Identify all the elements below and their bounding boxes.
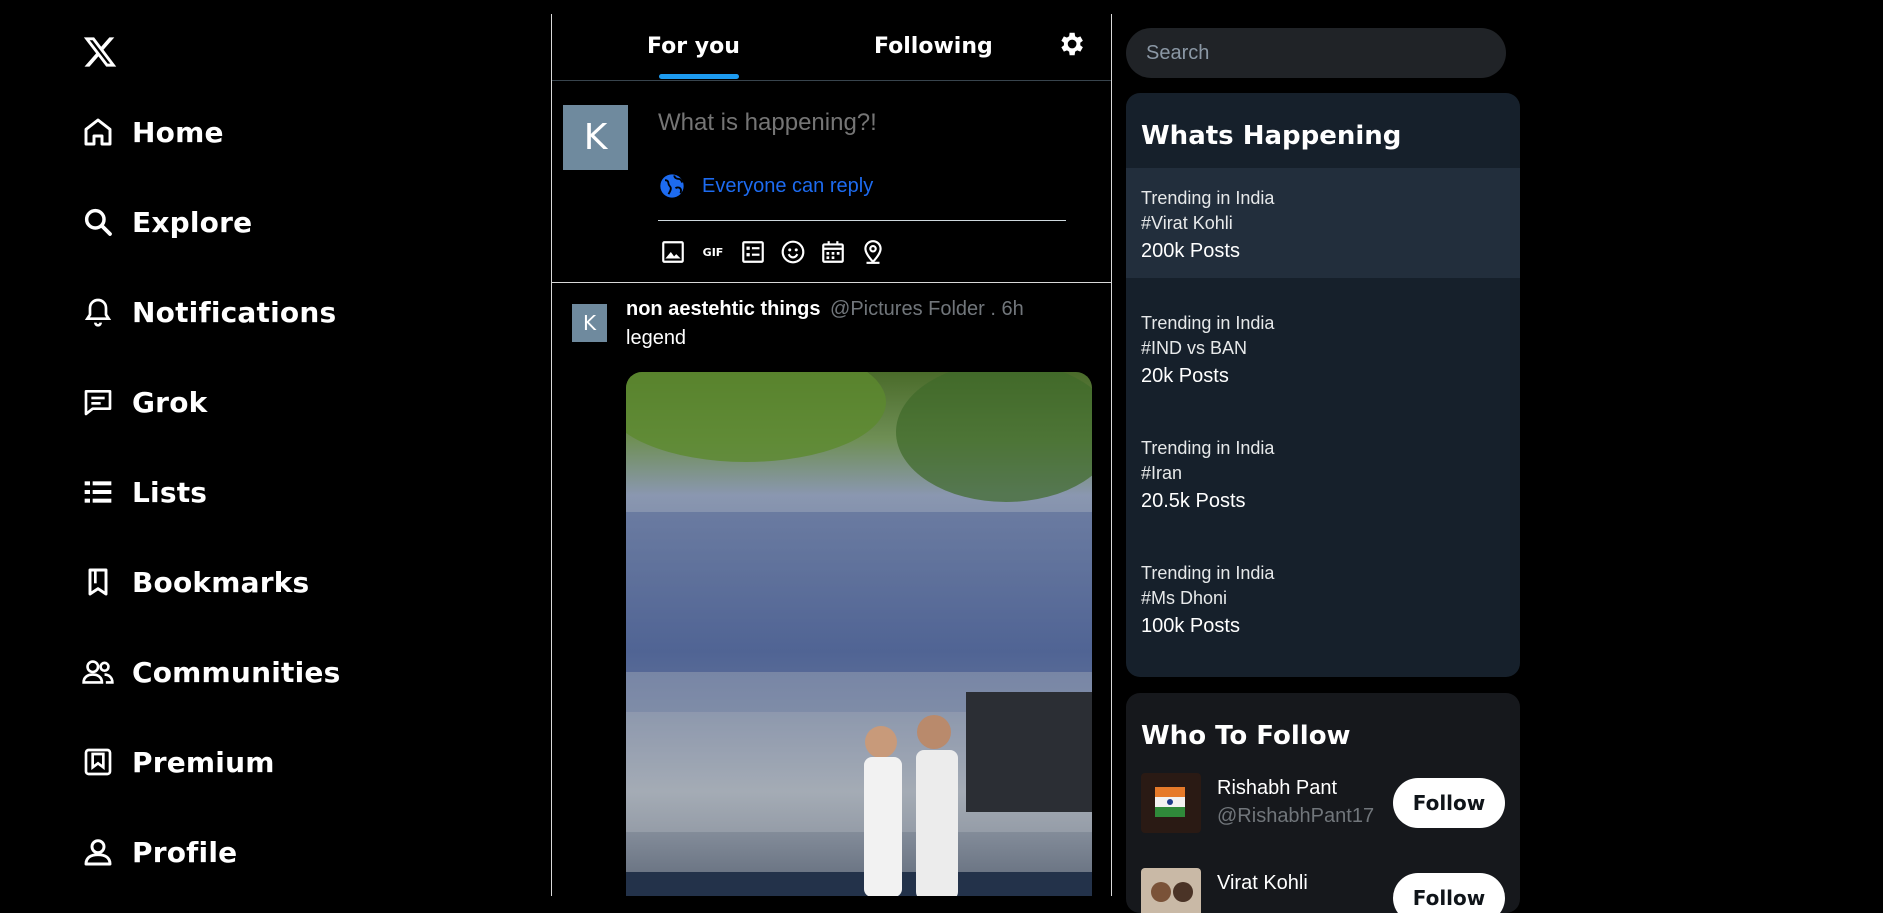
- list-icon: [80, 474, 116, 510]
- compose-input[interactable]: [658, 109, 1078, 137]
- nav-item-notifications[interactable]: Notifications: [80, 292, 336, 332]
- poll-icon[interactable]: [738, 237, 768, 267]
- gear-icon[interactable]: [1056, 29, 1086, 59]
- trend-tag: #Virat Kohli: [1141, 213, 1233, 233]
- nav-label-grok: Grok: [132, 385, 208, 419]
- whats-happening-title: Whats Happening: [1141, 121, 1402, 151]
- timeline-tabs: For you Following: [552, 14, 1111, 81]
- nav-label-lists: Lists: [132, 475, 208, 509]
- image-icon[interactable]: [658, 237, 688, 267]
- grok-icon: [80, 384, 116, 420]
- nav-label-bookmarks: Bookmarks: [132, 565, 310, 599]
- premium-icon: [80, 744, 116, 780]
- tweet-handle-time: @Pictures Folder . 6h: [830, 298, 1024, 320]
- trend-posts: 200k Posts: [1141, 240, 1240, 262]
- gif-label: GIF: [702, 245, 724, 259]
- composer-toolbar: GIF: [658, 237, 898, 267]
- follow-user-handle: @RishabhPant17: [1217, 805, 1375, 827]
- bookmark-icon: [80, 564, 116, 600]
- main-timeline: For you Following K Everyone can reply G…: [551, 14, 1112, 896]
- follow-user-name[interactable]: Virat Kohli: [1217, 872, 1308, 895]
- location-icon[interactable]: [858, 237, 888, 267]
- x-logo-icon[interactable]: [82, 34, 118, 70]
- nav-label-home: Home: [132, 115, 224, 149]
- trend-tag: #Iran: [1141, 463, 1183, 483]
- follow-suggestion[interactable]: Rishabh Pant @RishabhPant17 Follow: [1141, 773, 1506, 837]
- bell-icon: [80, 294, 116, 330]
- who-to-follow-card: Who To Follow Rishabh Pant @RishabhPant1…: [1126, 693, 1520, 913]
- reply-permission-button[interactable]: Everyone can reply: [658, 172, 873, 200]
- nav-label-profile: Profile: [132, 835, 238, 869]
- emoji-icon[interactable]: [778, 237, 808, 267]
- tweet-composer: K Everyone can reply GIF: [552, 81, 1111, 283]
- follow-button[interactable]: Follow: [1393, 873, 1505, 913]
- who-to-follow-title: Who To Follow: [1141, 721, 1351, 751]
- trend-context: Trending in India: [1141, 438, 1275, 458]
- avatar[interactable]: K: [563, 105, 628, 170]
- trend-context: Trending in India: [1141, 313, 1275, 333]
- nav-item-grok[interactable]: Grok: [80, 382, 207, 422]
- nav-item-communities[interactable]: Communities: [80, 652, 340, 692]
- trend-item[interactable]: Trending in India #Ms Dhoni 100k Posts: [1126, 543, 1520, 653]
- communities-icon: [80, 654, 116, 690]
- nav-item-bookmarks[interactable]: Bookmarks: [80, 562, 309, 602]
- avatar[interactable]: [1141, 868, 1201, 913]
- trend-item[interactable]: Trending in India #Iran 20.5k Posts: [1126, 418, 1520, 528]
- trend-tag: #IND vs BAN: [1141, 338, 1248, 358]
- nav-item-explore[interactable]: Explore: [80, 202, 252, 242]
- home-icon: [80, 114, 116, 150]
- gif-icon[interactable]: GIF: [698, 237, 728, 267]
- trend-context: Trending in India: [1141, 188, 1275, 208]
- nav-item-profile[interactable]: Profile: [80, 832, 237, 872]
- nav-label-communities: Communities: [132, 655, 341, 689]
- trend-item[interactable]: Trending in India #Virat Kohli 200k Post…: [1126, 168, 1520, 278]
- tweet-author-name[interactable]: non aestehtic things: [626, 298, 820, 320]
- avatar[interactable]: [1141, 773, 1201, 833]
- trend-posts: 20.5k Posts: [1141, 490, 1246, 512]
- trend-context: Trending in India: [1141, 563, 1275, 583]
- tab-following[interactable]: Following: [874, 34, 993, 59]
- active-tab-indicator: [659, 74, 739, 79]
- globe-icon: [660, 174, 684, 198]
- search-icon: [80, 204, 116, 240]
- search-input[interactable]: [1126, 28, 1506, 78]
- trend-posts: 20k Posts: [1141, 365, 1229, 387]
- follow-suggestion[interactable]: Virat Kohli Follow: [1141, 868, 1506, 913]
- trend-tag: #Ms Dhoni: [1141, 588, 1228, 608]
- tweet-image[interactable]: [626, 372, 1092, 896]
- follow-button[interactable]: Follow: [1393, 778, 1505, 828]
- tweet-text: legend: [626, 327, 687, 349]
- follow-user-name[interactable]: Rishabh Pant: [1217, 777, 1337, 800]
- nav-item-lists[interactable]: Lists: [80, 472, 207, 512]
- whats-happening-card: Whats Happening Trending in India #Virat…: [1126, 93, 1520, 677]
- nav-label-premium: Premium: [132, 745, 275, 779]
- nav-label-explore: Explore: [132, 205, 253, 239]
- tab-for-you[interactable]: For you: [647, 34, 740, 59]
- composer-divider: [658, 220, 1066, 221]
- trend-item[interactable]: Trending in India #IND vs BAN 20k Posts: [1126, 293, 1520, 403]
- nav-item-premium[interactable]: Premium: [80, 742, 275, 782]
- nav-item-home[interactable]: Home: [80, 112, 224, 152]
- schedule-icon[interactable]: [818, 237, 848, 267]
- tweet-header: non aestehtic things @Pictures Folder . …: [626, 298, 1024, 321]
- reply-permission-label: Everyone can reply: [702, 174, 874, 197]
- tweet-avatar[interactable]: K: [572, 304, 607, 342]
- nav-label-notifications: Notifications: [132, 295, 337, 329]
- trend-posts: 100k Posts: [1141, 615, 1240, 637]
- profile-icon: [80, 834, 116, 870]
